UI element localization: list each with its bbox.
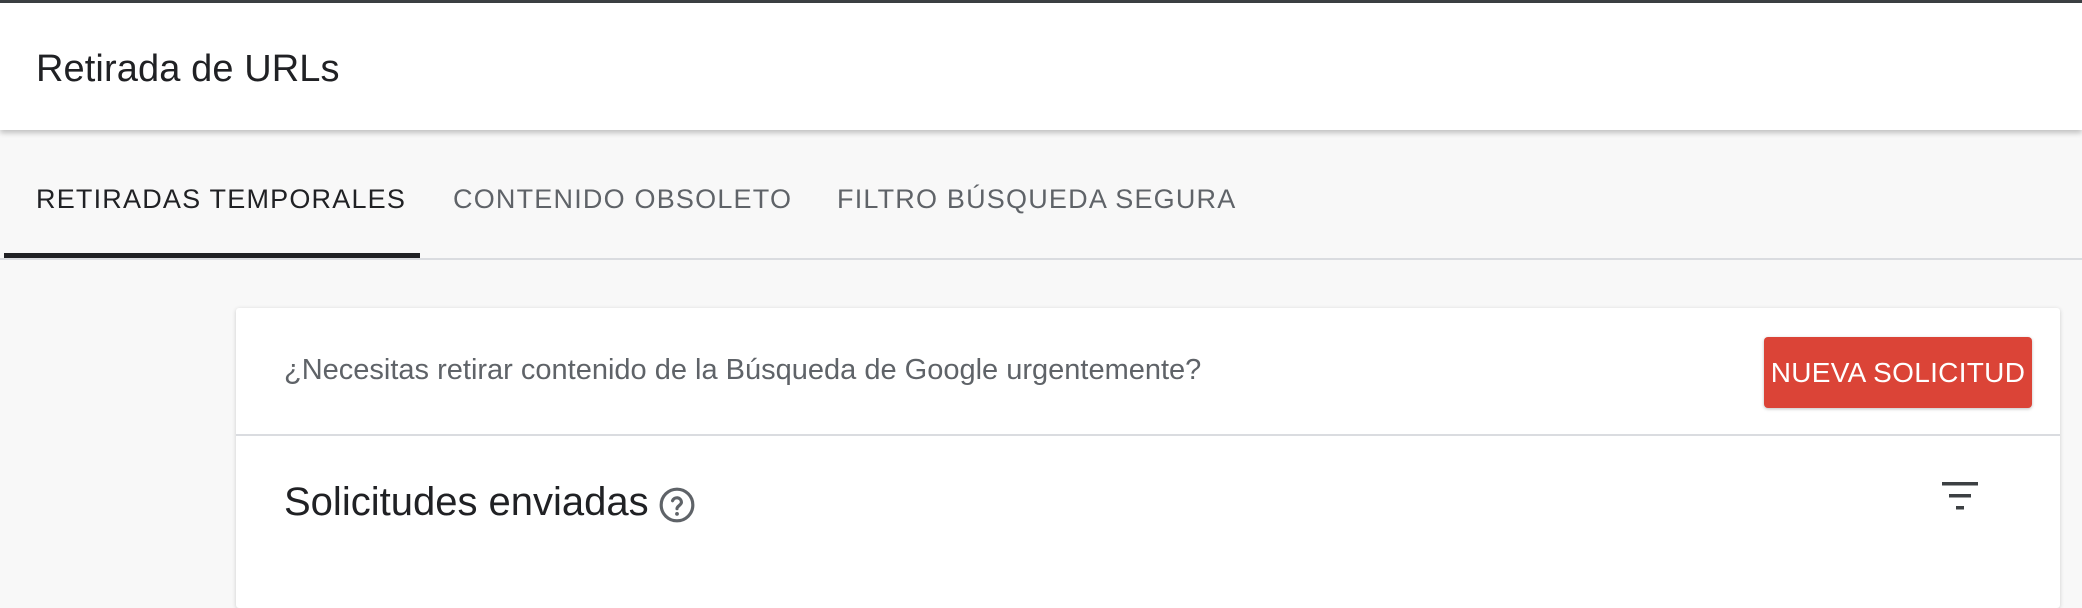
tab-retiradas-temporales[interactable]: RETIRADAS TEMPORALES <box>36 184 406 215</box>
removals-card: ¿Necesitas retirar contenido de la Búsqu… <box>236 308 2060 608</box>
filter-list-icon[interactable] <box>1940 478 1984 518</box>
help-circle-icon[interactable] <box>658 486 696 524</box>
tab-filtro-busqueda-segura[interactable]: FILTRO BÚSQUEDA SEGURA <box>837 184 1236 215</box>
new-request-banner: ¿Necesitas retirar contenido de la Búsqu… <box>236 308 2060 436</box>
submitted-requests-title: Solicitudes enviadas <box>284 480 649 524</box>
banner-question: ¿Necesitas retirar contenido de la Búsqu… <box>284 354 1202 386</box>
tab-bar: RETIRADAS TEMPORALES CONTENIDO OBSOLETO … <box>0 130 2082 260</box>
active-tab-indicator <box>4 253 420 258</box>
page-title: Retirada de URLs <box>36 48 340 90</box>
new-request-button[interactable]: NUEVA SOLICITUD <box>1764 337 2032 408</box>
tab-contenido-obsoleto[interactable]: CONTENIDO OBSOLETO <box>453 184 792 215</box>
page-header: Retirada de URLs <box>0 3 2082 130</box>
